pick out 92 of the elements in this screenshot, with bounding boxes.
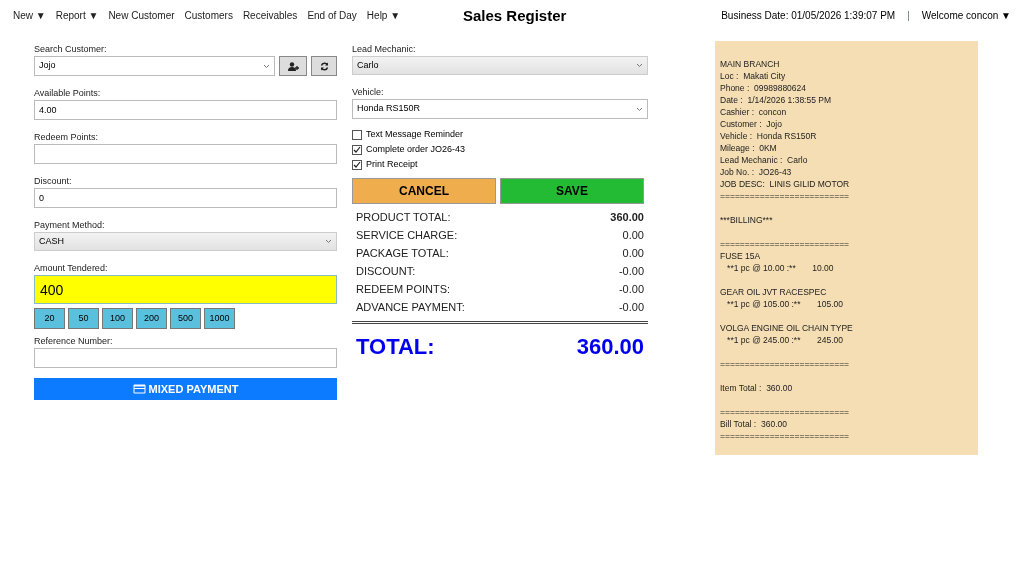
receipt-line: Date : 1/14/2026 1:38:55 PM	[720, 94, 833, 106]
field-label: Lead Mechanic:	[352, 43, 417, 56]
field-label: Redeem Points:	[34, 131, 100, 144]
summary-label: PRODUCT TOTAL:	[356, 209, 451, 225]
menu-item[interactable]: Customers	[184, 7, 233, 23]
field-label: Amount Tendered:	[34, 262, 109, 275]
menu-item[interactable]: Report ▼	[55, 7, 99, 23]
summary-value: 360.00	[610, 209, 644, 225]
receipt-line: Lead Mechanic : Carlo	[720, 154, 809, 166]
amount-preset-button[interactable]: 1000	[204, 308, 235, 329]
summary-label: DISCOUNT:	[356, 263, 416, 279]
receipt-line: Phone : 09989880624	[720, 82, 808, 94]
receipt-line: JOB DESC: LINIS GILID MOTOR	[720, 178, 851, 190]
receipt-line: Mileage : 0KM	[720, 142, 778, 154]
save-button[interactable]: SAVE	[500, 178, 644, 204]
amount-preset-button[interactable]: 500	[170, 308, 201, 329]
summary-value: -0.00	[618, 299, 644, 315]
text-field[interactable]: 4.00	[34, 100, 337, 120]
field-label: Discount:	[34, 175, 73, 188]
receipt-line: ***BILLING***	[720, 214, 774, 226]
total-value: 360.00	[576, 333, 644, 361]
amount-tendered-field[interactable]: 400	[34, 275, 337, 304]
receipt-line: ==========================	[720, 238, 851, 250]
amount-preset-button[interactable]: 20	[34, 308, 65, 329]
summary-value: -0.00	[618, 281, 644, 297]
menu-item[interactable]: New Customer	[108, 7, 175, 23]
receipt-line: ==========================	[720, 406, 851, 418]
chevron-icon	[636, 106, 643, 112]
receipt-line: **1 pc @ 105.00 :** 105.00	[726, 298, 844, 310]
add-customer-button[interactable]	[279, 56, 307, 76]
mechanic-dropdown[interactable]: Carlo	[352, 56, 648, 75]
receipt-line: Vehicle : Honda RS150R	[720, 130, 818, 142]
payment-method-dropdown[interactable]: CASH	[34, 232, 337, 251]
amount-preset-button[interactable]: 100	[102, 308, 133, 329]
field-label: Vehicle:	[352, 86, 385, 99]
summary-label: REDEEM POINTS:	[356, 281, 451, 297]
checkbox[interactable]	[352, 130, 362, 140]
receipt-line: FUSE 15A	[720, 250, 762, 262]
receipt-line: ==========================	[720, 190, 851, 202]
text-field[interactable]	[34, 144, 337, 164]
menu-item[interactable]: End of Day	[307, 7, 357, 23]
field-label: Search Customer:	[34, 43, 108, 56]
chevron-icon	[263, 63, 270, 69]
field-label: Available Points:	[34, 87, 102, 100]
user-menu[interactable]: Welcome concon ▼	[921, 7, 1011, 23]
receipt-line: **1 pc @ 10.00 :** 10.00	[726, 262, 835, 274]
summary-label: PACKAGE TOTAL:	[356, 245, 449, 261]
business-date: Business Date: 01/05/2026 1:39:07 PM	[721, 8, 896, 23]
receipt-line: Job No. : JO26-43	[720, 166, 793, 178]
page-title: Sales Register	[463, 6, 567, 26]
receipt-line: Loc : Makati City	[720, 70, 787, 82]
summary-label: SERVICE CHARGE:	[356, 227, 458, 243]
separator: |	[907, 8, 910, 23]
summary-value: 0.00	[622, 245, 644, 261]
receipt-line: VOLGA ENGINE OIL CHAIN TYPE	[720, 322, 854, 334]
chevron-icon	[636, 63, 643, 68]
mixed-payment-button[interactable]: MIXED PAYMENT	[34, 378, 337, 400]
receipt-line: MAIN BRANCH	[720, 58, 781, 70]
checkbox-label: Text Message Reminder	[366, 128, 464, 142]
checkbox-label: Print Receipt	[366, 158, 418, 172]
summary-value: 0.00	[622, 227, 644, 243]
receipt-line: Customer : Jojo	[720, 118, 783, 130]
refresh-button[interactable]	[311, 56, 337, 76]
text-field[interactable]	[34, 348, 337, 368]
menu-item[interactable]: Help ▼	[366, 7, 401, 23]
receipt-line: ==========================	[720, 430, 851, 442]
credit-card-icon	[132, 384, 146, 394]
receipt-line: **1 pc @ 245.00 :** 245.00	[726, 334, 844, 346]
amount-preset-button[interactable]: 200	[136, 308, 167, 329]
refresh-icon	[319, 61, 329, 71]
menu-item[interactable]: New ▼	[13, 7, 46, 23]
receipt-line: Cashier : concon	[720, 106, 788, 118]
field-label: Reference Number:	[34, 335, 114, 348]
receipt-line: Bill Total : 360.00	[720, 418, 788, 430]
menu-item[interactable]: Receivables	[242, 7, 298, 23]
chevron-icon	[325, 239, 332, 244]
customer-combo[interactable]: Jojo	[34, 56, 275, 76]
summary-label: ADVANCE PAYMENT:	[356, 299, 465, 315]
checkbox[interactable]	[352, 160, 362, 170]
checkbox[interactable]	[352, 145, 362, 155]
cancel-button[interactable]: CANCEL	[352, 178, 496, 204]
field-label: Payment Method:	[34, 219, 106, 232]
receipt-line: GEAR OIL JVT RACESPEC	[720, 286, 828, 298]
checkbox-label: Complete order JO26-43	[366, 143, 466, 157]
total-label: TOTAL:	[356, 333, 435, 361]
amount-preset-button[interactable]: 50	[68, 308, 99, 329]
summary-value: -0.00	[618, 263, 644, 279]
receipt-line: Item Total : 360.00	[720, 382, 794, 394]
add-person-icon	[287, 61, 299, 71]
receipt-line: ==========================	[720, 358, 851, 370]
vehicle-combo[interactable]: Honda RS150R	[352, 99, 648, 119]
text-field[interactable]: 0	[34, 188, 337, 208]
